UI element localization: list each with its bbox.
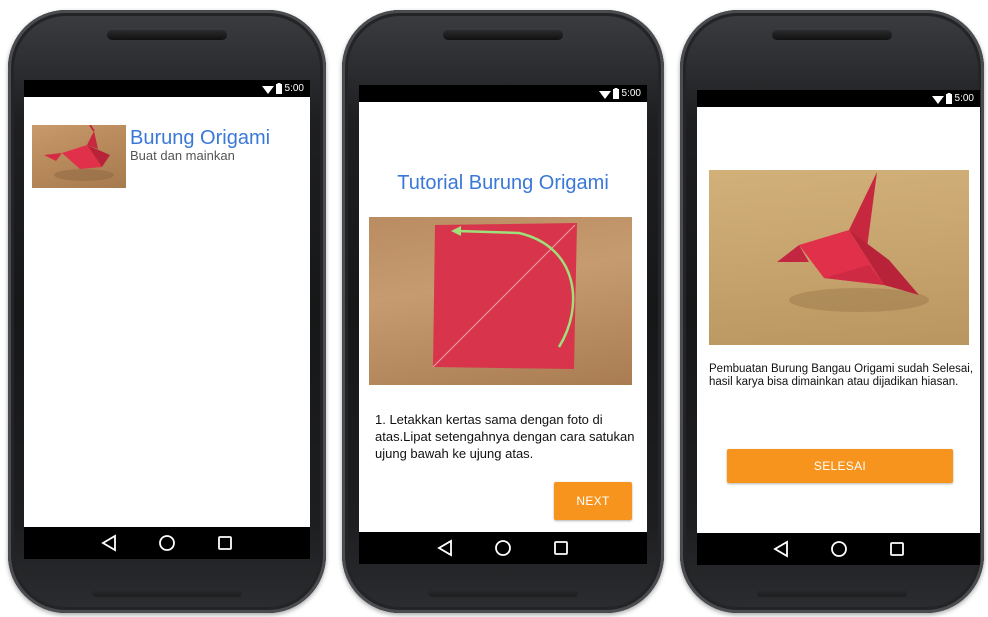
earpiece <box>107 30 227 40</box>
back-icon[interactable] <box>772 540 790 558</box>
earpiece <box>443 30 563 40</box>
screen-2: 5:00 Tutorial Burung Origami 1. Letakkan… <box>359 85 647 564</box>
earpiece <box>772 30 892 40</box>
status-time: 5:00 <box>621 88 641 99</box>
status-bar: 5:00 <box>359 85 647 102</box>
bottom-speaker <box>757 589 907 597</box>
phone-frame-1: 5:00 Burung Origami Buat dan mainkan <box>8 10 326 613</box>
screen-3: 5:00 Pembuatan Burung Bangau Origami sud… <box>697 90 980 565</box>
item-subtitle: Buat dan mainkan <box>130 148 235 163</box>
wifi-icon <box>598 90 611 99</box>
folding-step-photo <box>369 217 632 385</box>
home-icon[interactable] <box>830 540 848 558</box>
finished-crane-photo <box>709 170 969 345</box>
status-bar: 5:00 <box>697 90 980 107</box>
recents-icon[interactable] <box>888 540 906 558</box>
bottom-speaker <box>92 589 242 597</box>
completion-message: Pembuatan Burung Bangau Origami sudah Se… <box>709 363 974 388</box>
navigation-bar <box>359 532 647 564</box>
item-title: Burung Origami <box>130 127 271 149</box>
battery-icon <box>945 93 952 104</box>
instruction-text: 1. Letakkan kertas sama dengan foto di a… <box>375 412 635 461</box>
status-bar: 5:00 <box>24 80 310 97</box>
phone-frame-3: 5:00 Pembuatan Burung Bangau Origami sud… <box>680 10 984 613</box>
navigation-bar <box>697 533 980 565</box>
recents-icon[interactable] <box>552 539 570 557</box>
wifi-icon <box>261 85 274 94</box>
finish-button[interactable]: SELESAI <box>727 449 953 483</box>
wifi-icon <box>931 95 944 104</box>
navigation-bar <box>24 527 310 559</box>
app-content: Pembuatan Burung Bangau Origami sudah Se… <box>697 107 980 533</box>
page-title: Tutorial Burung Origami <box>397 172 609 194</box>
screen-1: 5:00 Burung Origami Buat dan mainkan <box>24 80 310 559</box>
battery-icon <box>612 88 619 99</box>
home-icon[interactable] <box>158 534 176 552</box>
list-item[interactable]: Burung Origami Buat dan mainkan <box>32 125 270 188</box>
home-icon[interactable] <box>494 539 512 557</box>
app-content: Tutorial Burung Origami 1. Letakkan kert… <box>359 102 647 532</box>
battery-icon <box>275 83 282 94</box>
status-time: 5:00 <box>954 93 974 104</box>
origami-crane-thumbnail <box>32 125 126 188</box>
bottom-speaker <box>428 589 578 597</box>
back-icon[interactable] <box>100 534 118 552</box>
app-content: Burung Origami Buat dan mainkan <box>24 97 310 527</box>
next-button[interactable]: NEXT <box>554 482 632 520</box>
recents-icon[interactable] <box>216 534 234 552</box>
phone-frame-2: 5:00 Tutorial Burung Origami 1. Letakkan… <box>342 10 664 613</box>
back-icon[interactable] <box>436 539 454 557</box>
status-time: 5:00 <box>284 83 304 94</box>
